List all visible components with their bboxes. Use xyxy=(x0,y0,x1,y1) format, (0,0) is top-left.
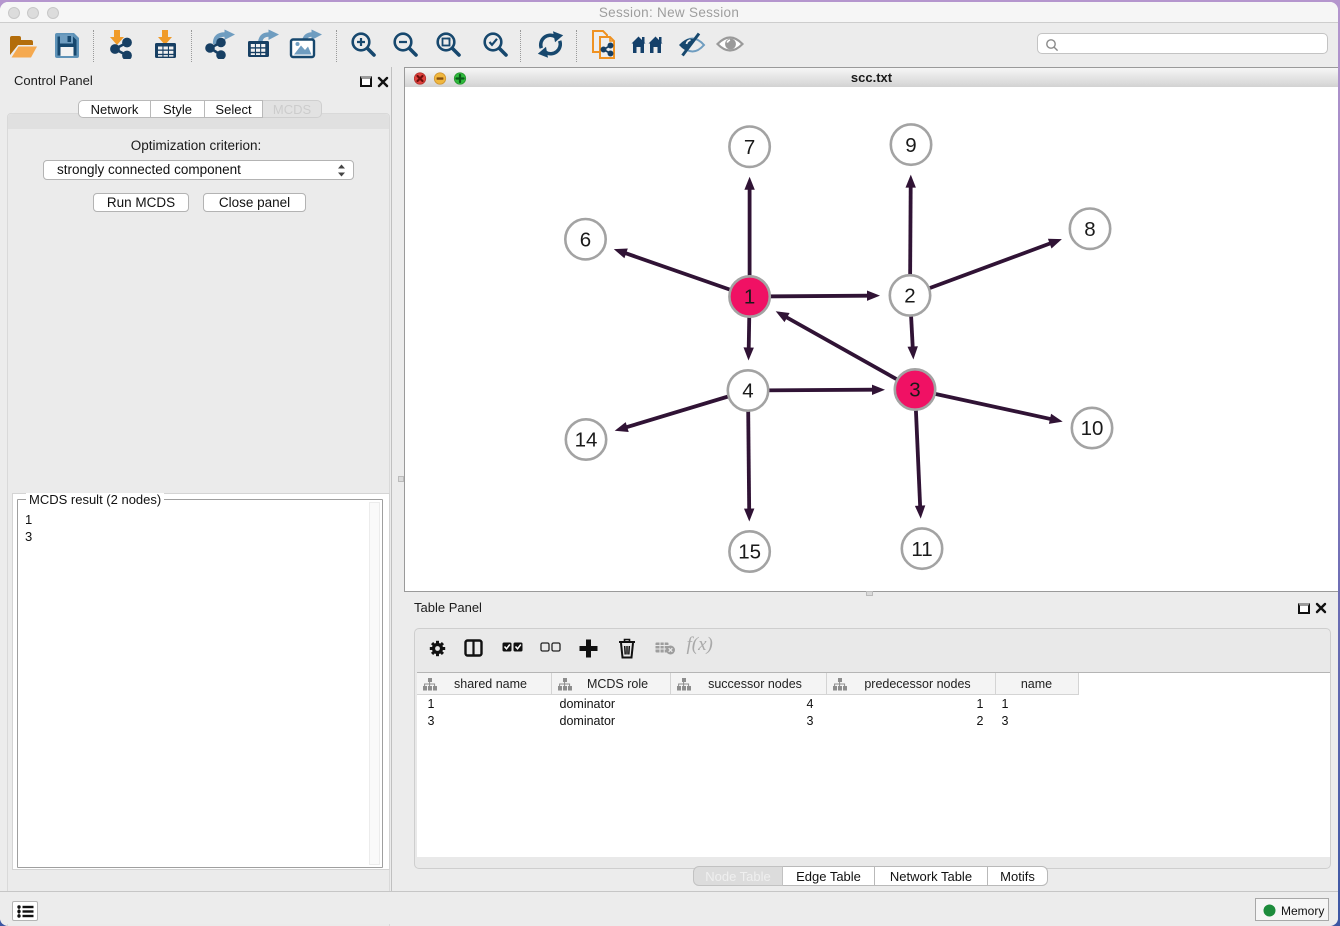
svg-text:4: 4 xyxy=(742,380,753,403)
svg-text:1: 1 xyxy=(744,286,755,309)
svg-text:8: 8 xyxy=(1084,218,1095,241)
svg-text:10: 10 xyxy=(1081,417,1104,440)
svg-text:6: 6 xyxy=(580,228,591,251)
svg-text:9: 9 xyxy=(905,134,916,157)
svg-text:3: 3 xyxy=(909,379,920,402)
svg-text:15: 15 xyxy=(738,541,761,564)
svg-text:2: 2 xyxy=(904,285,915,308)
svg-text:11: 11 xyxy=(911,538,932,561)
svg-text:7: 7 xyxy=(744,136,755,159)
svg-text:14: 14 xyxy=(575,429,598,452)
